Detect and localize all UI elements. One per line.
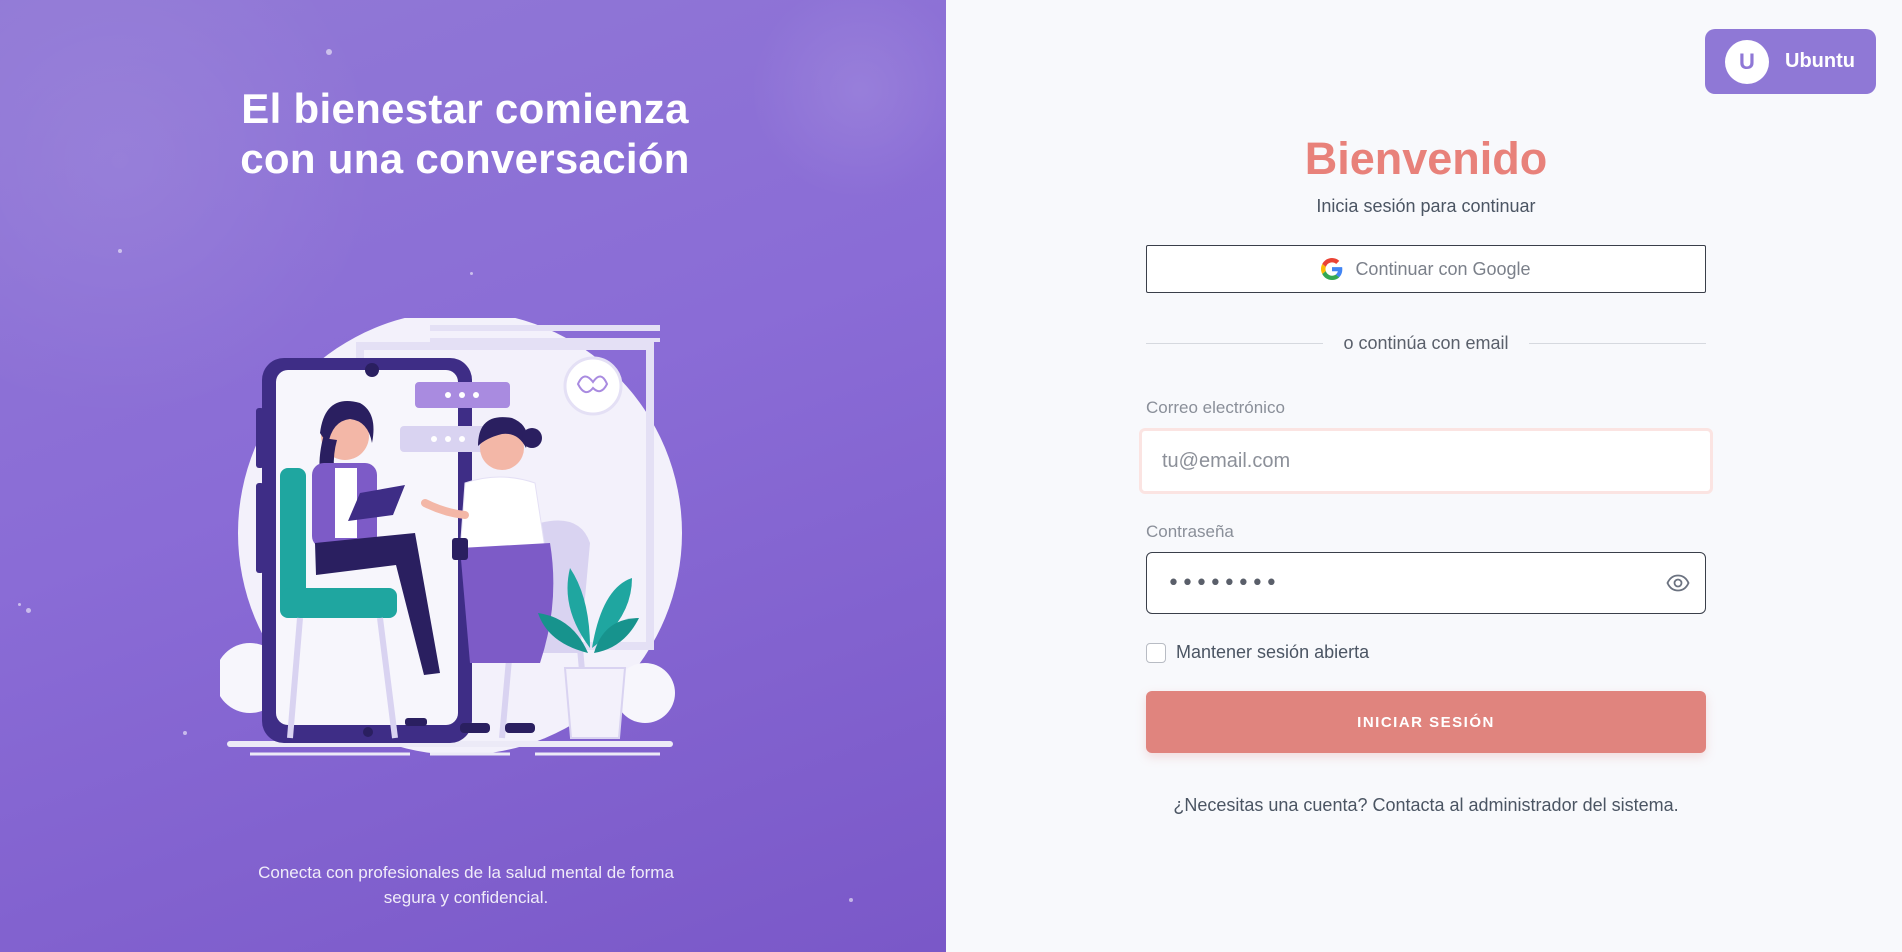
password-label: Contraseña (1146, 522, 1234, 541)
sparkle-dot (326, 49, 332, 55)
sparkle-dot (849, 898, 853, 902)
google-signin-button[interactable]: Continuar con Google (1146, 245, 1706, 293)
user-name: Ubuntu (1785, 50, 1855, 72)
sparkle-dot (118, 249, 122, 253)
login-form: Bienvenido Inicia sesión para continuar … (1139, 132, 1713, 816)
sparkle-dot (26, 608, 31, 613)
sparkle-dot (183, 731, 187, 735)
remember-me-label[interactable]: Mantener sesión abierta (1176, 642, 1369, 663)
thought-bubble (563, 356, 623, 416)
email-field[interactable] (1139, 428, 1713, 494)
remember-me-row: Mantener sesión abierta (1146, 642, 1706, 663)
divider-text: o continúa con email (1343, 333, 1509, 353)
email-label: Correo electrónico (1146, 398, 1285, 417)
page-title: Bienvenido (1304, 133, 1548, 184)
hero-panel: El bienestar comienza con una conversaci… (0, 0, 946, 952)
hero-title-line2: con una conversación (240, 135, 690, 182)
login-button[interactable]: INICIAR SESIÓN (1146, 691, 1706, 753)
sparkle-dot (470, 272, 473, 275)
google-icon (1321, 258, 1343, 280)
avatar: U (1725, 39, 1769, 84)
user-menu-button[interactable]: U Ubuntu (1705, 29, 1876, 94)
page-subtitle: Inicia sesión para continuar (1316, 196, 1536, 216)
google-signin-label: Continuar con Google (1355, 258, 1531, 279)
eye-icon[interactable] (1666, 571, 1690, 595)
therapy-session-illustration (220, 318, 682, 756)
password-field[interactable]: •••••••• (1146, 552, 1706, 614)
sparkle-dot (18, 603, 21, 606)
hero-subtitle: Conecta con profesionales de la salud me… (258, 863, 674, 907)
account-help-text: ¿Necesitas una cuenta? Contacta al admin… (1173, 795, 1679, 815)
login-panel: U Ubuntu Bienvenido Inicia sesión para c… (946, 0, 1902, 952)
hero-title: El bienestar comienza con una conversaci… (0, 84, 930, 184)
divider: o continúa con email (1146, 333, 1707, 354)
hero-title-line1: El bienestar comienza (241, 85, 689, 132)
remember-me-checkbox[interactable] (1146, 642, 1166, 663)
